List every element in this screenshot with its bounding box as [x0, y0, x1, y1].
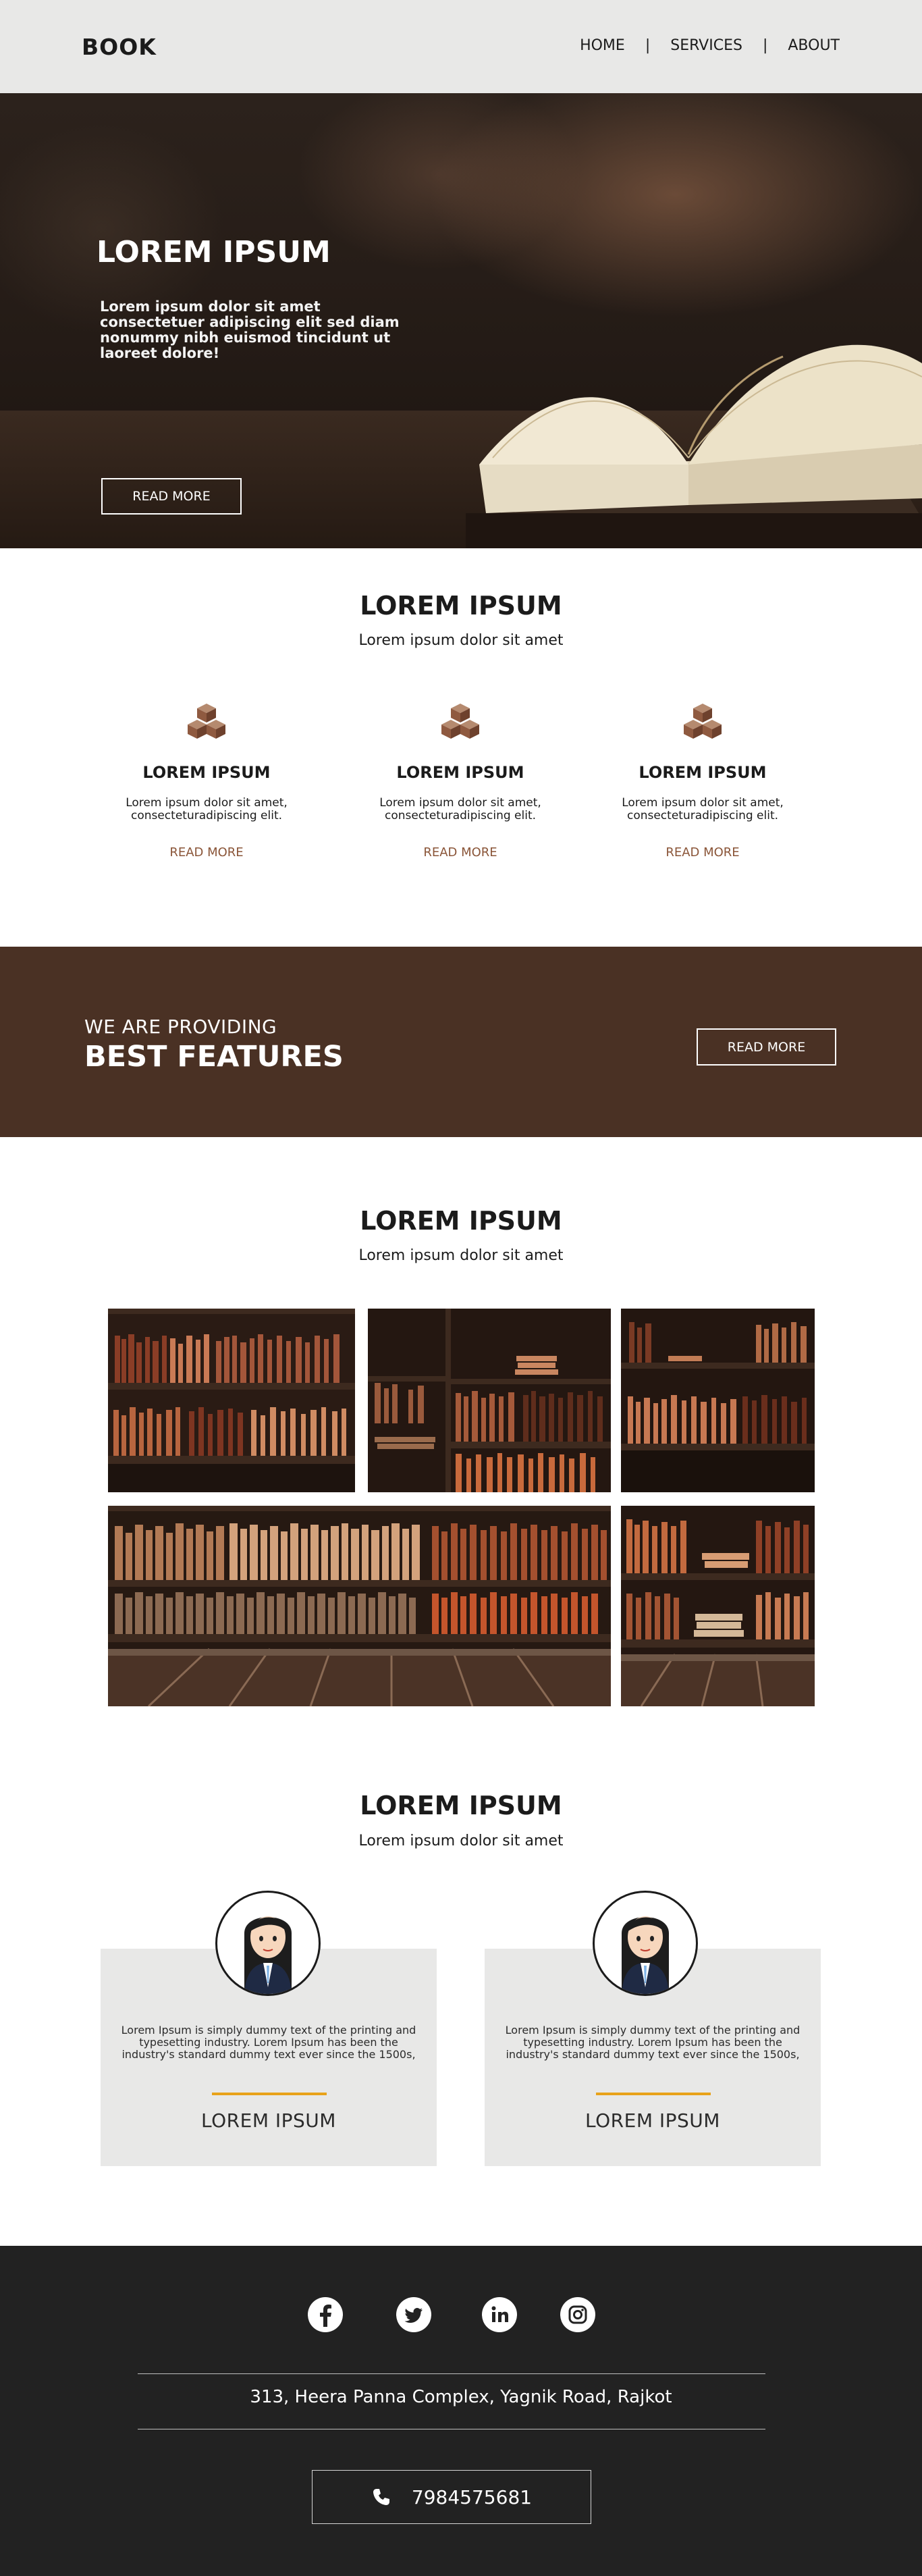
open-book-image	[466, 344, 922, 548]
service-card: LOREM IPSUM Lorem ipsum dolor sit amet, …	[359, 702, 562, 860]
gallery-image[interactable]	[368, 1309, 611, 1492]
service-title: LOREM IPSUM	[396, 763, 524, 782]
nav-item-services[interactable]: SERVICES	[670, 37, 742, 54]
features-banner: WE ARE PROVIDING BEST FEATURES READ MORE	[0, 947, 922, 1137]
service-card: LOREM IPSUM Lorem ipsum dolor sit amet, …	[105, 702, 308, 860]
testimonial-name: LOREM IPSUM	[201, 2109, 336, 2132]
banner-read-more-button[interactable]: READ MORE	[697, 1028, 836, 1066]
testimonial-quote: Lorem Ipsum is simply dummy text of the …	[121, 2024, 416, 2061]
phone-icon	[373, 2489, 389, 2505]
service-title: LOREM IPSUM	[639, 763, 767, 782]
gallery-image[interactable]	[621, 1309, 815, 1492]
boxes-icon	[441, 704, 479, 739]
footer-address: 313, Heera Panna Complex, Yagnik Road, R…	[250, 2387, 672, 2407]
service-card: LOREM IPSUM Lorem ipsum dolor sit amet, …	[601, 702, 804, 860]
banner-kicker: WE ARE PROVIDING	[84, 1016, 277, 1038]
nav-separator: |	[645, 37, 651, 54]
testimonials-title: LOREM IPSUM	[360, 1791, 562, 1820]
nav-menu: HOME | SERVICES | ABOUT	[580, 37, 840, 54]
nav-item-about[interactable]: ABOUT	[788, 37, 840, 54]
boxes-icon	[188, 704, 225, 739]
phone-contact-button[interactable]: 7984575681	[312, 2470, 591, 2524]
nav-item-home[interactable]: HOME	[580, 37, 625, 54]
boxes-icon	[684, 704, 722, 739]
hero-title: LOREM IPSUM	[97, 235, 331, 269]
brand-logo[interactable]: BOOK	[82, 34, 157, 60]
service-read-more-link[interactable]: READ MORE	[359, 845, 562, 860]
testimonials-subtitle: Lorem ipsum dolor sit amet	[358, 1833, 564, 1849]
gallery-subtitle: Lorem ipsum dolor sit amet	[358, 1247, 564, 1264]
hero-section: LOREM IPSUM Lorem ipsum dolor sit amet c…	[0, 93, 922, 548]
woman-avatar-icon	[244, 1916, 292, 1994]
testimonial-divider	[596, 2093, 711, 2095]
facebook-icon[interactable]	[308, 2297, 343, 2332]
instagram-icon[interactable]	[560, 2297, 595, 2332]
service-description: Lorem ipsum dolor sit amet, consectetura…	[126, 796, 288, 822]
testimonial-name: LOREM IPSUM	[585, 2109, 720, 2132]
linkedin-icon[interactable]	[482, 2297, 517, 2332]
testimonial-quote: Lorem Ipsum is simply dummy text of the …	[505, 2024, 801, 2061]
twitter-icon[interactable]	[396, 2297, 431, 2332]
hero-read-more-button[interactable]: READ MORE	[101, 478, 242, 515]
service-read-more-link[interactable]: READ MORE	[105, 845, 308, 860]
banner-heading: BEST FEATURES	[84, 1040, 344, 1074]
woman-avatar-icon	[622, 1916, 669, 1994]
avatar	[593, 1891, 698, 1996]
service-description: Lorem ipsum dolor sit amet, consectetura…	[622, 796, 784, 822]
service-description: Lorem ipsum dolor sit amet, consectetura…	[379, 796, 541, 822]
phone-number: 7984575681	[411, 2486, 533, 2508]
avatar	[215, 1891, 321, 1996]
services-subtitle: Lorem ipsum dolor sit amet	[358, 632, 564, 649]
footer: 313, Heera Panna Complex, Yagnik Road, R…	[0, 2246, 922, 2576]
hero-description: Lorem ipsum dolor sit amet consectetuer …	[100, 298, 400, 361]
gallery-title: LOREM IPSUM	[360, 1206, 562, 1236]
service-title: LOREM IPSUM	[142, 763, 271, 782]
services-title: LOREM IPSUM	[360, 591, 562, 621]
gallery-image[interactable]	[621, 1506, 815, 1706]
nav-separator: |	[762, 37, 768, 54]
top-navigation: BOOK HOME | SERVICES | ABOUT	[0, 0, 922, 93]
testimonial-divider	[212, 2093, 327, 2095]
gallery-image[interactable]	[108, 1309, 355, 1492]
gallery-image[interactable]	[108, 1506, 611, 1706]
footer-divider	[138, 2373, 765, 2374]
service-read-more-link[interactable]: READ MORE	[601, 845, 804, 860]
